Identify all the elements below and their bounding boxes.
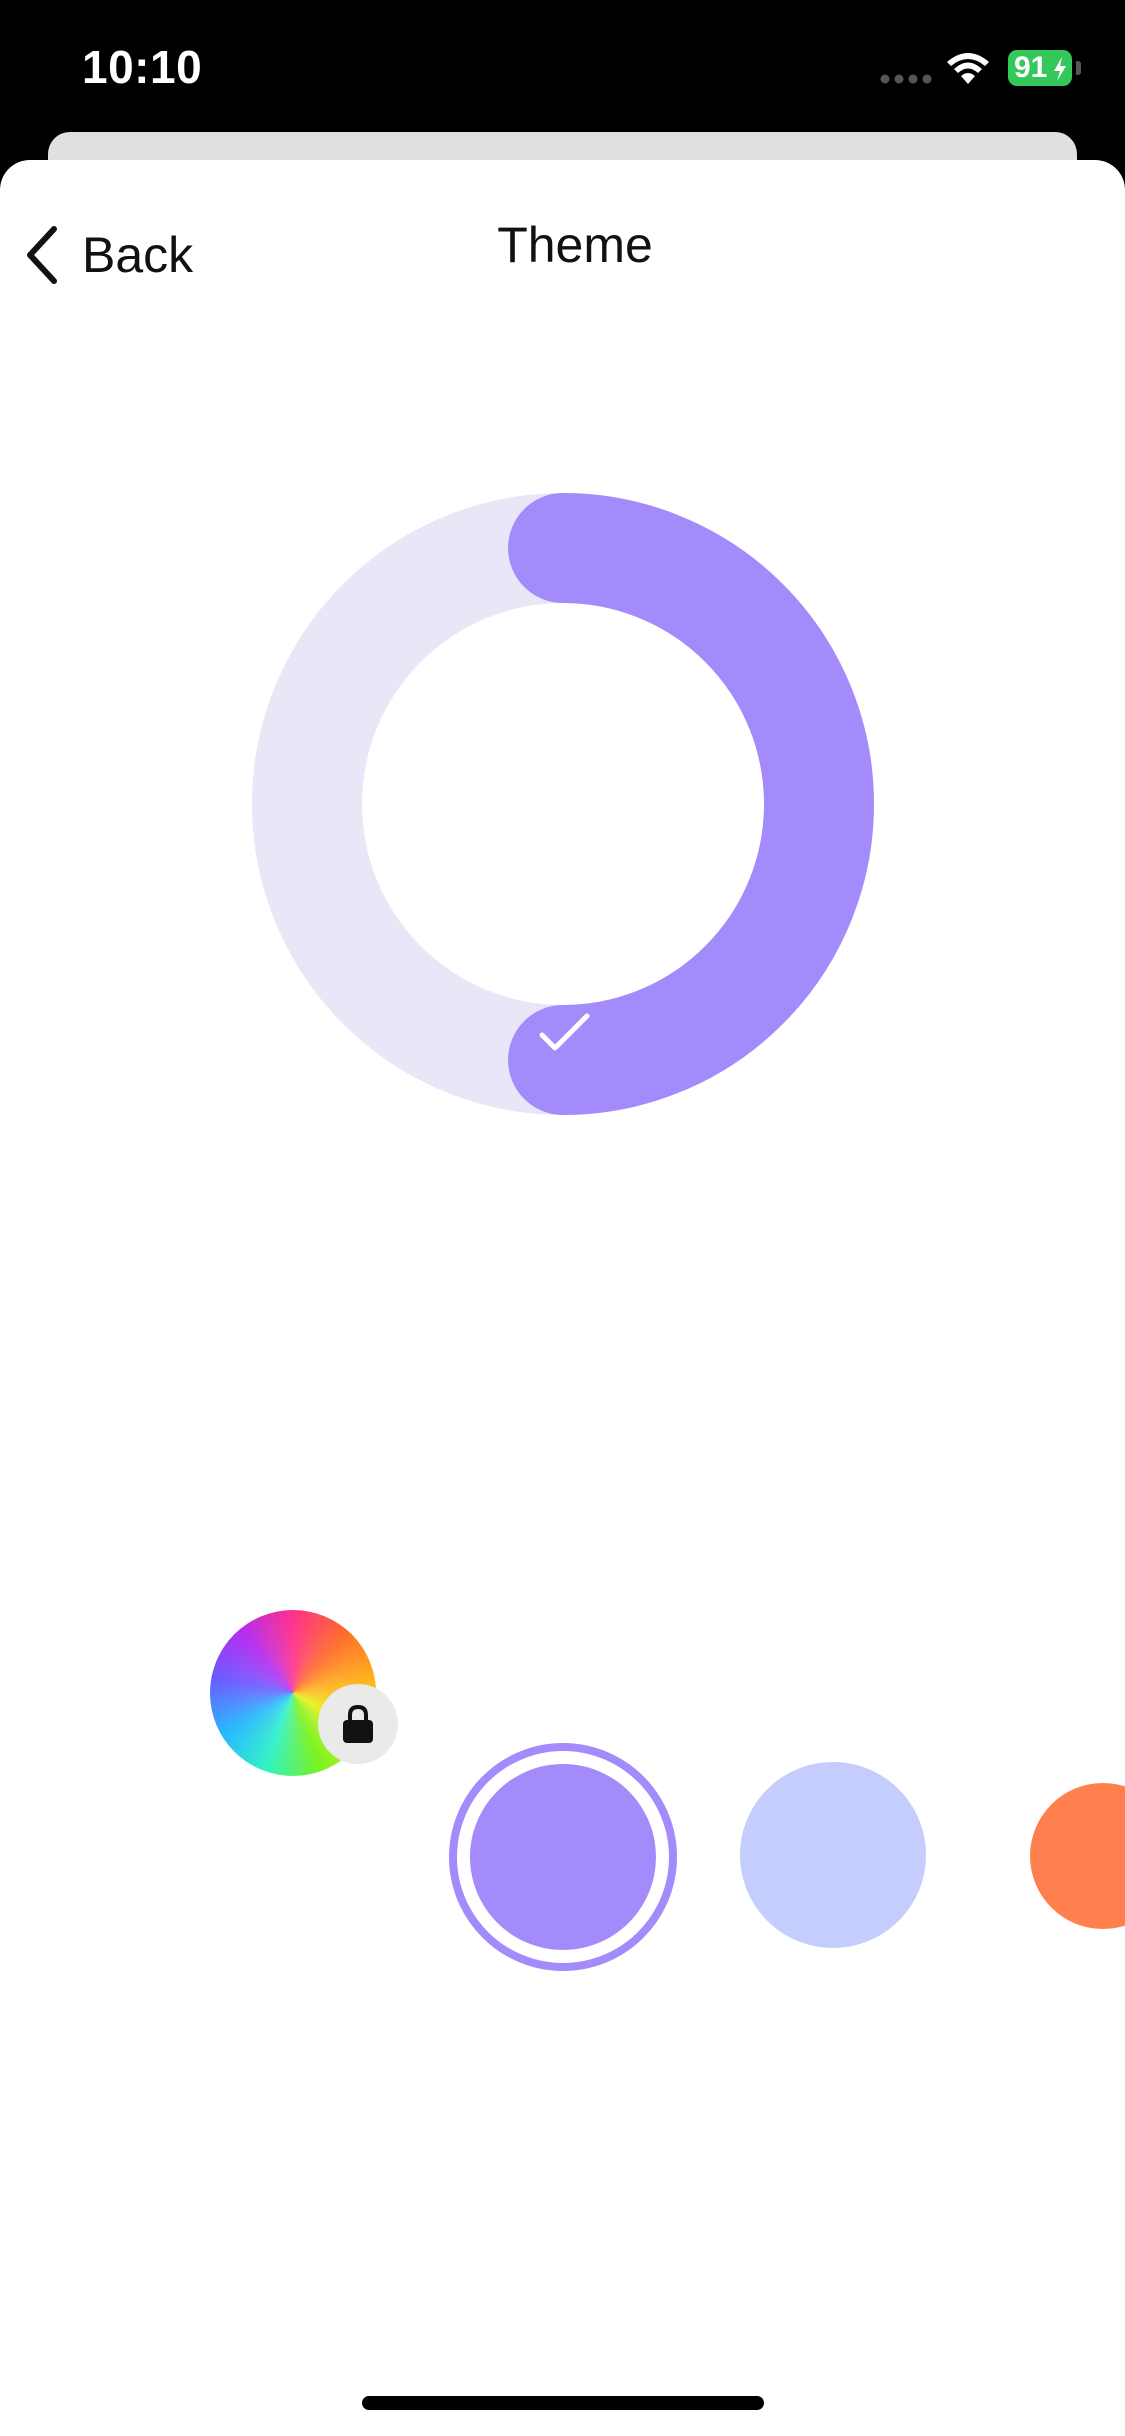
- wifi-icon: [947, 53, 989, 84]
- ring-progress: [508, 493, 874, 1115]
- cellular-signal-icon: [880, 74, 932, 84]
- status-time: 10:10: [82, 41, 203, 93]
- charging-bolt-icon: [1054, 57, 1066, 81]
- battery-tip: [1076, 61, 1081, 75]
- lock-badge: [318, 1684, 398, 1764]
- lock-icon: [343, 1704, 373, 1743]
- swatch-purple-selected[interactable]: [449, 1743, 677, 1971]
- swatch-purple-fill: [470, 1764, 656, 1950]
- home-indicator[interactable]: [362, 2396, 764, 2410]
- page-title: Theme: [497, 217, 653, 273]
- theme-preview-ring: [252, 493, 874, 1115]
- swatch-periwinkle[interactable]: [740, 1762, 926, 1948]
- status-bar: 10:10 91: [0, 0, 1125, 135]
